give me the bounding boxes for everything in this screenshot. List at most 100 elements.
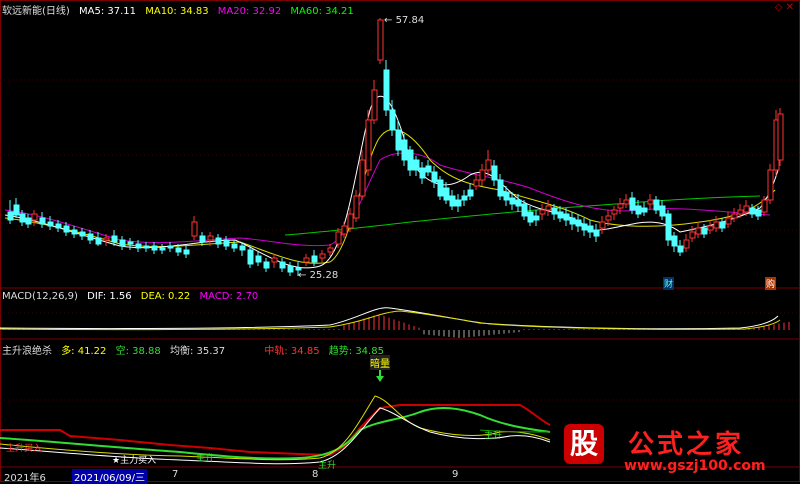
candle-body [533,215,540,221]
candle-body [503,191,510,201]
candle-body [119,239,126,247]
candle-body [617,203,624,209]
macd-dea-line [0,310,781,331]
candle-body [539,209,546,215]
candle-body [443,187,450,201]
candle-body [167,245,174,249]
macd-title: MACD(12,26,9) [2,291,78,302]
candle-body [419,167,426,179]
candle-body [431,171,438,183]
candle-body [635,205,642,215]
candle-body [599,221,606,229]
candle-body [103,237,110,241]
candle-body [777,113,784,161]
candle-body [587,225,594,233]
candle-body [479,169,486,181]
candle-body [497,179,504,197]
indicator-legend: 主升浪绝杀 多: 41.22 空: 38.88 均衡: 35.37 中轨: 34… [2,342,390,357]
candle-body [95,237,102,245]
candle-body [175,247,182,253]
candle-body [683,239,690,249]
candlestick-series [7,18,784,276]
candle-body [413,159,420,171]
candle-body [743,205,750,213]
candle-body [437,179,444,197]
candle-body [731,213,738,219]
candle-body [449,195,456,207]
candle-body [111,235,118,243]
candle-body [707,225,714,231]
candle-body [581,223,588,231]
candle-body [311,255,318,263]
badge-mai[interactable]: 购 [765,277,777,290]
timeline-m8: 8 [312,469,319,480]
candle-body [593,229,600,237]
watermark-url: www.gszj100.com [624,458,766,474]
watermark-logo: 股 [564,424,604,464]
candle-body [755,209,762,217]
candle-body [701,227,708,235]
kong-legend: 空: 38.88 [115,346,161,357]
candle-body [135,243,142,249]
badge-cai[interactable]: 财 [663,277,675,290]
candle-body [641,207,648,213]
candle-body [425,165,432,173]
candle-body [767,169,774,201]
candle-body [749,207,756,215]
candle-body [713,221,720,229]
candle-body [255,255,262,263]
zhongjun-legend: 中轨: 34.85 [264,346,320,357]
candle-body [79,231,86,237]
candle-body [557,211,564,219]
candle-body [55,223,62,229]
candle-body [151,245,158,251]
ann-zhusheng1: 主升 [196,454,215,464]
candle-body [191,221,198,237]
candle-body [761,199,768,213]
candle-body [71,229,78,235]
ann-zhuli: ★主力买入 [112,456,157,466]
candle-body [401,139,408,161]
ma20-line [4,152,771,247]
candle-body [521,203,528,217]
dif-legend: DIF: 1.56 [87,291,132,302]
candle-body [19,213,26,223]
watermark-site: 公式之家 [628,430,745,460]
candle-body [629,197,636,211]
candle-body [551,207,558,215]
indicator-title: 主升浪绝杀 [2,346,52,357]
candle-body [159,247,166,251]
ann-zhusheng2: 主升 [318,461,337,471]
candle-body [575,219,582,227]
candle-body [389,109,396,131]
candle-body [127,241,134,245]
candle-body [671,235,678,247]
candle-body [737,209,744,215]
duo-legend: 多: 41.22 [61,346,107,357]
candle-body [677,245,684,253]
candle-body [371,89,378,121]
candle-body [689,231,696,239]
candle-body [719,221,726,229]
candle-body [359,159,366,197]
candle-body [263,261,270,269]
candle-body [455,199,462,207]
dea-legend: DEA: 0.22 [140,291,191,302]
candle-body [31,213,38,221]
candle-body [327,247,334,253]
candle-body [647,199,654,205]
candle-body [605,215,612,221]
candle-body [39,217,46,225]
macd-histogram [3,314,790,338]
chart-canvas [0,0,800,482]
candle-body [653,199,660,211]
candle-body [199,235,206,243]
candle-body [25,217,32,225]
candle-body [695,227,702,235]
candle-body [569,217,576,225]
candle-body [47,221,54,227]
candle-body [395,129,402,151]
candle-body [377,19,384,61]
low-price-mark: ← 25.28 [298,270,339,281]
candle-body [467,189,474,197]
